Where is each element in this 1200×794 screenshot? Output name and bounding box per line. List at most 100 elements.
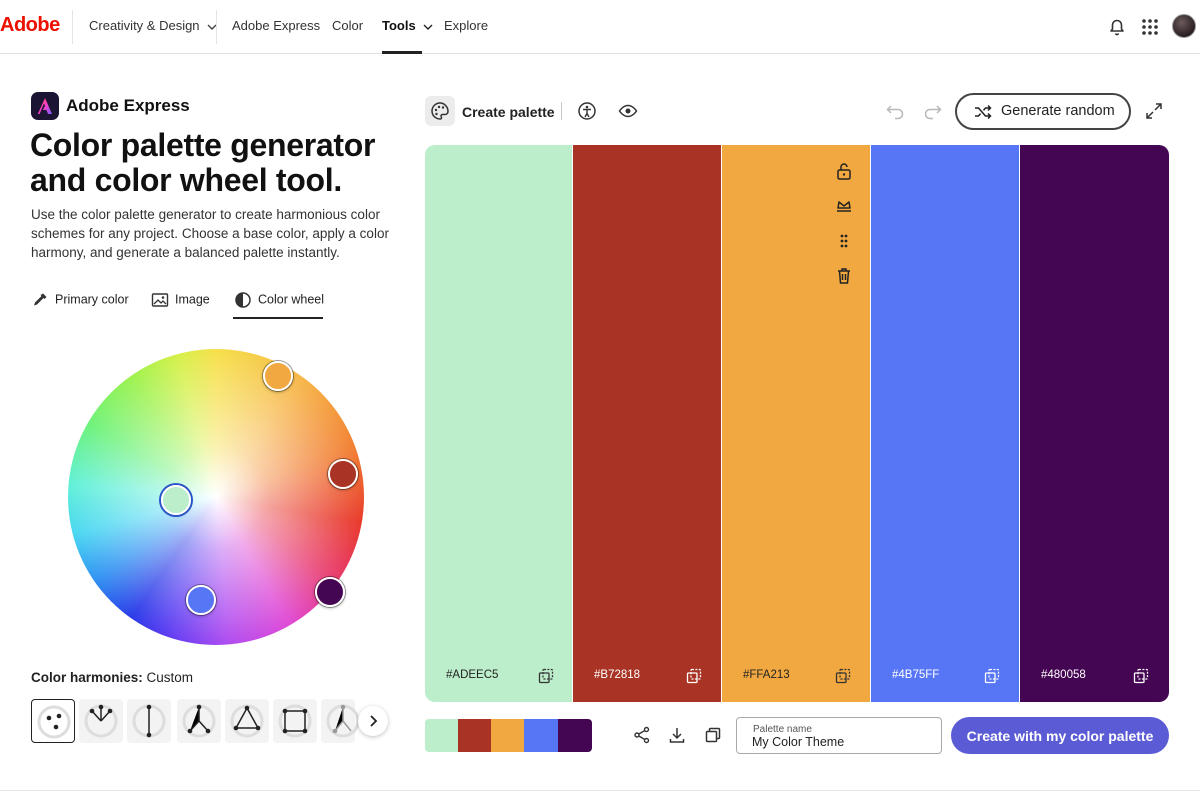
redo-icon[interactable]: [922, 100, 944, 122]
avatar[interactable]: [1172, 14, 1196, 38]
harmony-complementary[interactable]: [127, 699, 171, 743]
wheel-handle[interactable]: [315, 577, 345, 607]
copy-icon[interactable]: [538, 668, 554, 684]
preview-chip: [491, 719, 525, 752]
tab-primary-color[interactable]: Primary color: [31, 291, 129, 309]
apps-grid-icon[interactable]: [1138, 15, 1162, 39]
chevron-down-icon: [423, 24, 433, 30]
mode-tab-indicator: [233, 317, 323, 319]
nav-tools[interactable]: Tools: [382, 18, 433, 33]
wheel-handle-base[interactable]: [161, 485, 191, 515]
nav-tools-label: Tools: [382, 18, 416, 33]
swatch-hex-value: #ADEEC5: [446, 669, 499, 681]
expand-icon[interactable]: [1143, 100, 1165, 122]
swatch[interactable]: #4B75FF: [871, 145, 1019, 702]
generate-random-button[interactable]: Generate random: [955, 93, 1131, 130]
tab-color-wheel-label: Color wheel: [258, 292, 325, 307]
harmony-triad[interactable]: [225, 699, 269, 743]
unlock-icon[interactable]: [834, 161, 854, 181]
copy-icon[interactable]: [686, 668, 702, 684]
nav-explore[interactable]: Explore: [444, 18, 488, 33]
harmony-analogous[interactable]: [79, 699, 123, 743]
page-divider: [0, 790, 1200, 791]
accessibility-icon[interactable]: [576, 100, 598, 122]
palette-mode-button[interactable]: [425, 96, 455, 126]
swatch-hex-value: #4B75FF: [892, 669, 940, 681]
complementary-harmony-icon: [132, 704, 166, 738]
crown-icon[interactable]: [834, 196, 854, 216]
swatch[interactable]: #FFA213: [722, 145, 870, 702]
palette-icon: [431, 102, 449, 120]
square-harmony-icon: [278, 704, 312, 738]
swatch-hex-value: #FFA213: [743, 669, 790, 681]
eye-icon[interactable]: [617, 100, 639, 122]
harmony-split-complementary[interactable]: [177, 699, 221, 743]
nav-creativity-design[interactable]: Creativity & Design: [89, 18, 217, 33]
harmony-compound[interactable]: [321, 699, 360, 743]
swatch-hex-value: #B72818: [594, 669, 641, 681]
copy-icon[interactable]: [835, 668, 851, 684]
eyedropper-icon: [34, 293, 47, 306]
create-palette-title: Create palette: [462, 104, 555, 120]
nav-creativity-design-label: Creativity & Design: [89, 18, 200, 33]
nav-adobe-express[interactable]: Adobe Express: [232, 18, 320, 33]
tab-image[interactable]: Image: [151, 291, 210, 309]
bell-icon[interactable]: [1105, 15, 1129, 39]
split-complementary-harmony-icon: [182, 704, 216, 738]
palette-swatches: #ADEEC5 #B72818 #FFA213 #4B75FF #480058: [425, 145, 1169, 702]
tab-color-wheel[interactable]: Color wheel: [234, 291, 324, 309]
shuffle-icon: [975, 104, 992, 120]
swatch[interactable]: #480058: [1020, 145, 1169, 702]
toolbar-divider: [561, 102, 562, 120]
nav-divider: [72, 10, 73, 44]
palette-name-input[interactable]: [752, 735, 937, 749]
tab-image-label: Image: [175, 292, 210, 307]
wheel-handle[interactable]: [263, 361, 293, 391]
triad-harmony-icon: [230, 704, 264, 738]
color-wheel-icon: [235, 292, 251, 308]
nav-divider: [216, 10, 217, 44]
chevron-right-icon: [370, 715, 378, 727]
harmony-scroll-next-button[interactable]: [358, 706, 388, 736]
tab-primary-color-label: Primary color: [55, 292, 129, 307]
swatch-hex-value: #480058: [1041, 669, 1086, 681]
custom-harmony-icon: [37, 705, 71, 739]
preview-chip: [425, 719, 459, 752]
wheel-handle[interactable]: [186, 585, 216, 615]
copy-palette-icon[interactable]: [703, 725, 723, 745]
adobe-express-logo: [31, 92, 59, 120]
swatch[interactable]: #ADEEC5: [425, 145, 572, 702]
preview-chip: [524, 719, 558, 752]
color-harmonies-label: Color harmonies:: [31, 670, 143, 685]
nav-color[interactable]: Color: [332, 18, 363, 33]
copy-icon[interactable]: [1133, 668, 1149, 684]
copy-icon[interactable]: [984, 668, 1000, 684]
palette-name-label: Palette name: [753, 724, 812, 735]
wheel-handle[interactable]: [328, 459, 358, 489]
page-description: Use the color palette generator to creat…: [31, 207, 389, 260]
color-harmonies: Color harmonies: Custom: [31, 670, 193, 685]
create-with-palette-button[interactable]: Create with my color palette: [951, 717, 1169, 754]
palette-preview-strip: [425, 719, 592, 752]
undo-icon[interactable]: [884, 100, 906, 122]
preview-chip: [558, 719, 592, 752]
preview-chip: [458, 719, 492, 752]
express-a-icon: [37, 98, 52, 114]
adobe-logo[interactable]: Adobe: [0, 14, 60, 37]
palette-name-field[interactable]: Palette name: [736, 717, 942, 754]
download-icon[interactable]: [667, 725, 687, 745]
share-icon[interactable]: [632, 725, 652, 745]
app-name: Adobe Express: [66, 96, 190, 115]
swatch[interactable]: #B72818: [573, 145, 721, 702]
harmony-custom[interactable]: [31, 699, 75, 743]
harmony-square[interactable]: [273, 699, 317, 743]
page-title: Color palette generator and color wheel …: [30, 127, 376, 198]
nav-active-indicator: [382, 51, 422, 54]
top-navigation: Adobe Creativity & Design Adobe Express …: [0, 0, 1200, 54]
drag-handle-icon[interactable]: [834, 231, 854, 251]
analogous-harmony-icon: [84, 704, 118, 738]
image-icon: [151, 293, 169, 307]
trash-icon[interactable]: [834, 266, 854, 286]
generate-random-label: Generate random: [1001, 103, 1115, 119]
color-harmonies-value: Custom: [146, 670, 194, 685]
